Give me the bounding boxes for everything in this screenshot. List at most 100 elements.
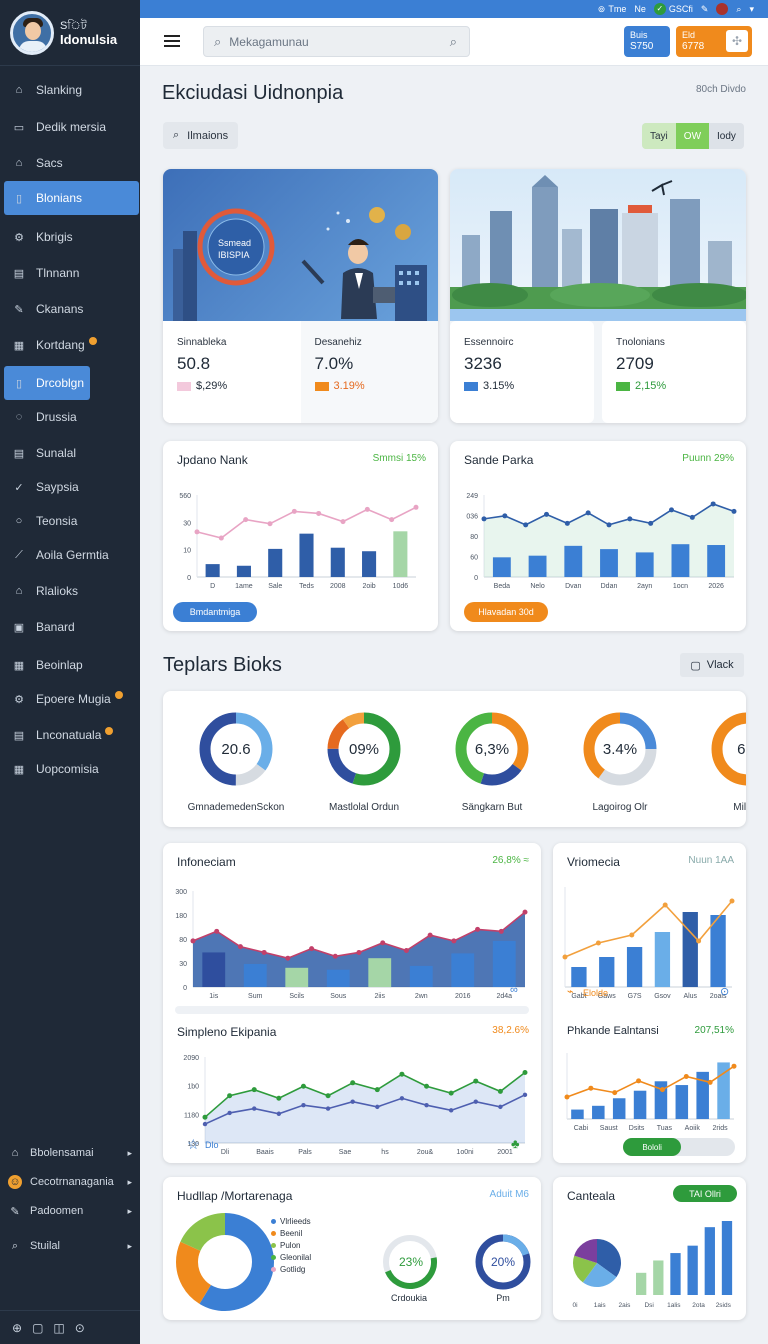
star-icon[interactable]: ☆ — [187, 1136, 200, 1153]
data-point[interactable] — [375, 1104, 380, 1110]
data-point[interactable] — [202, 1114, 208, 1120]
data-point[interactable] — [731, 508, 737, 514]
settings-icon[interactable]: ⊙ — [75, 1321, 85, 1335]
chart-bar[interactable] — [492, 940, 516, 987]
sidebar-item[interactable]: ✎ Ckanans — [4, 292, 139, 326]
chart-bar[interactable] — [528, 555, 547, 577]
chat-icon[interactable]: ◫ — [53, 1321, 64, 1335]
search-icon[interactable]: ⌕ — [736, 4, 741, 15]
page-meta[interactable]: 80ch Divdo — [696, 84, 746, 95]
sidebar-item[interactable]: ○ Teonsia — [4, 504, 139, 538]
data-point[interactable] — [659, 1087, 665, 1093]
data-point[interactable] — [731, 1063, 737, 1069]
top-strip-item[interactable]: ⊚ Tme — [598, 4, 627, 15]
chart-bar[interactable] — [299, 533, 314, 577]
tab-period[interactable]: Tayi — [642, 123, 676, 149]
avatar[interactable] — [10, 10, 54, 55]
data-point[interactable] — [588, 1085, 594, 1091]
data-point[interactable] — [364, 506, 370, 512]
chart-bar[interactable] — [707, 545, 726, 577]
data-point[interactable] — [413, 504, 419, 510]
data-point[interactable] — [194, 529, 200, 535]
chart-icon[interactable]: ⌁ — [567, 985, 574, 998]
globe-icon[interactable]: ⊕ — [12, 1321, 22, 1335]
chart-action-button[interactable]: Hlavadan 30d — [464, 602, 548, 622]
chart-bar[interactable] — [492, 557, 511, 577]
data-point[interactable] — [683, 1073, 689, 1079]
data-point[interactable] — [473, 1078, 479, 1084]
data-point[interactable] — [251, 1087, 257, 1093]
chart-bar[interactable] — [330, 547, 345, 577]
chart-bar[interactable] — [682, 912, 698, 987]
data-point[interactable] — [202, 1121, 208, 1127]
donut-kpi[interactable]: 20.6 GmnademedenSckon — [171, 709, 301, 813]
data-point[interactable] — [498, 1104, 503, 1110]
data-point[interactable] — [523, 522, 529, 528]
profile-dot-icon[interactable] — [716, 3, 729, 15]
sidebar-item[interactable]: ▯ Drcoblgn — [4, 366, 90, 400]
stat-card[interactable]: Essennoirc 3236 3.15% — [450, 321, 594, 423]
data-point[interactable] — [276, 1095, 282, 1101]
data-point[interactable] — [403, 948, 409, 954]
chart-bar[interactable] — [409, 965, 433, 987]
chart-bar[interactable] — [236, 565, 251, 577]
chart-bar[interactable] — [362, 551, 377, 577]
data-point[interactable] — [544, 511, 549, 517]
data-point[interactable] — [710, 501, 716, 507]
data-point[interactable] — [332, 953, 338, 959]
search-input[interactable]: ⌕ Mekagamunau ⌕ — [203, 26, 470, 57]
data-point[interactable] — [564, 1094, 570, 1100]
data-point[interactable] — [497, 1088, 503, 1094]
data-point[interactable] — [218, 535, 224, 541]
sidebar-item[interactable]: ▦ Beoinlap — [4, 648, 139, 682]
data-point[interactable] — [309, 946, 315, 952]
top-strip-item[interactable]: Ne — [634, 4, 646, 14]
chart-bar[interactable] — [633, 1090, 647, 1119]
chart-bar[interactable] — [671, 544, 690, 577]
chart-bar[interactable] — [675, 1085, 689, 1119]
status-badge[interactable]: TAI Ollri — [673, 1185, 737, 1202]
data-point[interactable] — [356, 949, 362, 955]
search-icon[interactable]: ⌕ — [450, 34, 457, 50]
data-point[interactable] — [252, 1106, 257, 1111]
data-point[interactable] — [612, 1090, 618, 1096]
chart-bar[interactable] — [704, 1227, 715, 1295]
data-point[interactable] — [629, 932, 635, 938]
chart-bar[interactable] — [600, 549, 618, 577]
sidebar-item[interactable]: ⚙ Kbrigis — [4, 220, 139, 254]
data-point[interactable] — [267, 521, 273, 527]
balance-button[interactable]: Buis S750 — [624, 26, 670, 57]
chart-bar[interactable] — [285, 967, 309, 987]
data-point[interactable] — [606, 522, 612, 528]
chart-bar[interactable] — [326, 969, 350, 987]
data-point[interactable] — [227, 1110, 232, 1116]
data-point[interactable] — [276, 1111, 282, 1116]
data-point[interactable] — [389, 517, 395, 523]
data-point[interactable] — [190, 938, 196, 944]
sidebar-bottom-item[interactable]: ✎ Padoomen ▸ — [8, 1198, 132, 1224]
data-point[interactable] — [669, 507, 674, 513]
chart-bar[interactable] — [368, 958, 392, 987]
data-point[interactable] — [291, 508, 297, 514]
data-point[interactable] — [237, 944, 243, 950]
data-point[interactable] — [316, 510, 322, 516]
data-point[interactable] — [648, 520, 654, 526]
data-point[interactable] — [399, 1096, 405, 1101]
data-point[interactable] — [427, 932, 433, 938]
data-point[interactable] — [325, 1106, 331, 1111]
sidebar-item[interactable]: ▭ Dedik mersia — [4, 110, 139, 144]
sidebar-brand[interactable]: Sিট Idonulsia — [0, 0, 140, 66]
data-point[interactable] — [399, 1071, 405, 1077]
chart-action-button[interactable]: Bmdantmiga — [173, 602, 257, 622]
data-point[interactable] — [448, 1090, 454, 1096]
donut-kpi[interactable]: 6,3% Sängkarn But — [427, 709, 557, 813]
stat-card[interactable]: Sinnableka 50.8 $,29% — [163, 321, 301, 423]
sidebar-item[interactable]: ⌂ Rlalioks — [4, 574, 139, 608]
chart-bar[interactable] — [564, 545, 583, 577]
data-point[interactable] — [350, 1080, 356, 1086]
period-toggle[interactable]: Tayi OW Iody — [642, 123, 744, 149]
data-point[interactable] — [243, 517, 249, 523]
sidebar-item[interactable]: ▤ Tlnnann — [4, 256, 139, 290]
stat-card[interactable]: Desanehiz 7.0% 3.19% — [300, 321, 438, 423]
chart-bar[interactable] — [653, 1260, 664, 1295]
